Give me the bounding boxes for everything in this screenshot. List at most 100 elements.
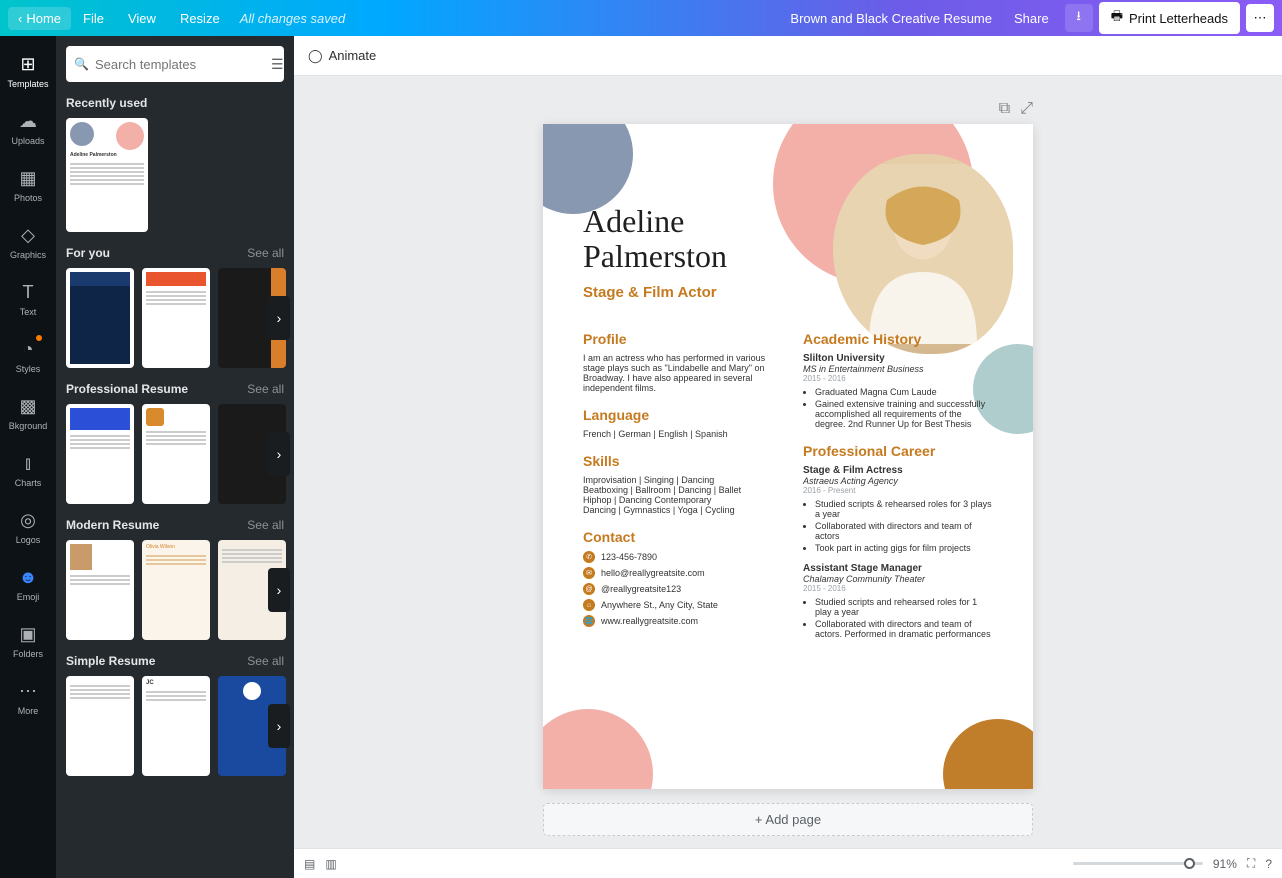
contact-email[interactable]: hello@reallygreatsite.com bbox=[601, 568, 705, 578]
profile-heading[interactable]: Profile bbox=[583, 331, 773, 347]
career-heading[interactable]: Professional Career bbox=[803, 443, 993, 459]
animate-button[interactable]: ◯ Animate bbox=[308, 48, 376, 64]
contact-heading[interactable]: Contact bbox=[583, 529, 773, 545]
template-thumb[interactable] bbox=[66, 540, 134, 640]
download-button[interactable]: ⭳ bbox=[1065, 4, 1093, 32]
rail-more[interactable]: ⋯More bbox=[0, 671, 56, 728]
rail-uploads[interactable]: ☁Uploads bbox=[0, 101, 56, 158]
skill-line[interactable]: Improvisation | Singing | Dancing bbox=[583, 475, 773, 485]
contact-web[interactable]: www.reallygreatsite.com bbox=[601, 616, 698, 626]
share-button[interactable]: Share bbox=[1004, 7, 1059, 30]
skill-line[interactable]: Hiphop | Dancing Contemporary bbox=[583, 495, 773, 505]
duplicate-page-icon[interactable]: ⧉ bbox=[999, 100, 1010, 118]
animate-icon: ◯ bbox=[308, 48, 323, 64]
side-rail: ⊞Templates ☁Uploads ▦Photos ◇Graphics TT… bbox=[0, 36, 56, 878]
language-body[interactable]: French | German | English | Spanish bbox=[583, 429, 773, 439]
job1-title[interactable]: Stage & Film Actress bbox=[803, 465, 993, 476]
print-button[interactable]: 🖶 Print Letterheads bbox=[1099, 2, 1240, 34]
rail-text[interactable]: TText bbox=[0, 272, 56, 329]
section-professional: Professional Resume See all bbox=[66, 382, 284, 396]
academic-period[interactable]: 2015 - 2016 bbox=[803, 374, 993, 383]
zoom-value[interactable]: 91% bbox=[1213, 857, 1237, 871]
section-label: Simple Resume bbox=[66, 654, 155, 668]
skill-line[interactable]: Dancing | Gymnastics | Yoga | Cycling bbox=[583, 505, 773, 515]
add-page-button[interactable]: + Add page bbox=[543, 803, 1033, 836]
rail-templates[interactable]: ⊞Templates bbox=[0, 44, 56, 101]
see-all-link[interactable]: See all bbox=[247, 654, 284, 668]
role[interactable]: Stage & Film Actor bbox=[583, 284, 993, 301]
rail-emoji[interactable]: ☻Emoji bbox=[0, 557, 56, 614]
job1-org[interactable]: Astraeus Acting Agency bbox=[803, 476, 993, 486]
job2-bullet[interactable]: Studied scripts and rehearsed roles for … bbox=[815, 597, 993, 617]
template-thumb[interactable] bbox=[142, 268, 210, 368]
document-title[interactable]: Brown and Black Creative Resume bbox=[790, 11, 992, 26]
skill-line[interactable]: Beatboxing | Ballroom | Dancing | Ballet bbox=[583, 485, 773, 495]
collapse-panel-button[interactable]: ‹ bbox=[292, 422, 294, 492]
job2-bullet[interactable]: Collaborated with directors and team of … bbox=[815, 619, 993, 639]
academic-degree[interactable]: MS in Entertainment Business bbox=[803, 364, 993, 374]
help-icon[interactable]: ? bbox=[1265, 857, 1272, 871]
see-all-link[interactable]: See all bbox=[247, 518, 284, 532]
next-button[interactable]: › bbox=[268, 432, 290, 476]
rail-graphics[interactable]: ◇Graphics bbox=[0, 215, 56, 272]
academic-bullet[interactable]: Graduated Magna Cum Laude bbox=[815, 387, 993, 397]
expand-page-icon[interactable]: ⤢ bbox=[1020, 100, 1033, 118]
left-column: Profile I am an actress who has performe… bbox=[583, 331, 773, 653]
charts-icon: ⫾ bbox=[0, 453, 56, 474]
menu-view[interactable]: View bbox=[116, 7, 168, 30]
rail-folders[interactable]: ▣Folders bbox=[0, 614, 56, 671]
rail-logos[interactable]: ◎Logos bbox=[0, 500, 56, 557]
academic-school[interactable]: Slilton University bbox=[803, 353, 993, 364]
profile-body[interactable]: I am an actress who has performed in var… bbox=[583, 353, 773, 393]
job2-title[interactable]: Assistant Stage Manager bbox=[803, 563, 993, 574]
home-button[interactable]: ‹ Home bbox=[8, 7, 71, 30]
template-thumb[interactable]: Olivia Wilson bbox=[142, 540, 210, 640]
phone-icon: ✆ bbox=[583, 551, 595, 563]
see-all-link[interactable]: See all bbox=[247, 246, 284, 260]
next-button[interactable]: › bbox=[268, 568, 290, 612]
template-thumb[interactable] bbox=[66, 404, 134, 504]
template-thumb[interactable] bbox=[142, 404, 210, 504]
menu-resize[interactable]: Resize bbox=[168, 7, 232, 30]
resume-page[interactable]: Adeline Palmerston Stage & Film Actor Pr… bbox=[543, 124, 1033, 789]
job1-bullet[interactable]: Took part in acting gigs for film projec… bbox=[815, 543, 993, 553]
skills-heading[interactable]: Skills bbox=[583, 453, 773, 469]
contact-handle[interactable]: @reallygreatsite123 bbox=[601, 584, 681, 594]
template-thumb[interactable] bbox=[66, 676, 134, 776]
right-column: Academic History Slilton University MS i… bbox=[803, 331, 993, 653]
notes-icon[interactable]: ▤ bbox=[304, 857, 315, 871]
fullscreen-icon[interactable]: ⛶ bbox=[1247, 856, 1255, 871]
more-button[interactable]: ⋯ bbox=[1246, 4, 1274, 32]
job1-bullet[interactable]: Studied scripts & rehearsed roles for 3 … bbox=[815, 499, 993, 519]
grid-view-icon[interactable]: ▥ bbox=[325, 857, 336, 871]
job2-org[interactable]: Chalamay Community Theater bbox=[803, 574, 993, 584]
academic-heading[interactable]: Academic History bbox=[803, 331, 993, 347]
contact-address[interactable]: Anywhere St., Any City, State bbox=[601, 600, 718, 610]
search-input[interactable] bbox=[95, 57, 271, 72]
template-thumb[interactable]: Adeline Palmerston bbox=[66, 118, 148, 232]
academic-bullet[interactable]: Gained extensive training and successful… bbox=[815, 399, 993, 429]
rail-charts[interactable]: ⫾Charts bbox=[0, 443, 56, 500]
name-first[interactable]: Adeline bbox=[583, 204, 993, 239]
canvas-scroll[interactable]: ⧉ ⤢ bbox=[294, 76, 1282, 848]
template-thumb[interactable]: JC bbox=[142, 676, 210, 776]
rail-bkground[interactable]: ▩Bkground bbox=[0, 386, 56, 443]
filter-icon[interactable]: ☰ bbox=[271, 56, 284, 73]
see-all-link[interactable]: See all bbox=[247, 382, 284, 396]
job1-bullet[interactable]: Collaborated with directors and team of … bbox=[815, 521, 993, 541]
template-thumb[interactable] bbox=[66, 268, 134, 368]
rail-styles[interactable]: ◔Styles bbox=[0, 329, 56, 386]
rail-photos[interactable]: ▦Photos bbox=[0, 158, 56, 215]
menu-file[interactable]: File bbox=[71, 7, 116, 30]
next-button[interactable]: › bbox=[268, 704, 290, 748]
rail-label: Bkground bbox=[9, 421, 48, 431]
language-heading[interactable]: Language bbox=[583, 407, 773, 423]
text-icon: T bbox=[0, 282, 56, 303]
zoom-slider[interactable] bbox=[1073, 862, 1203, 865]
job1-period[interactable]: 2016 - Present bbox=[803, 486, 993, 495]
next-button[interactable]: › bbox=[268, 296, 290, 340]
contact-phone[interactable]: 123-456-7890 bbox=[601, 552, 657, 562]
name-last[interactable]: Palmerston bbox=[583, 239, 993, 274]
job2-period[interactable]: 2015 - 2016 bbox=[803, 584, 993, 593]
zoom-knob[interactable] bbox=[1184, 858, 1195, 869]
